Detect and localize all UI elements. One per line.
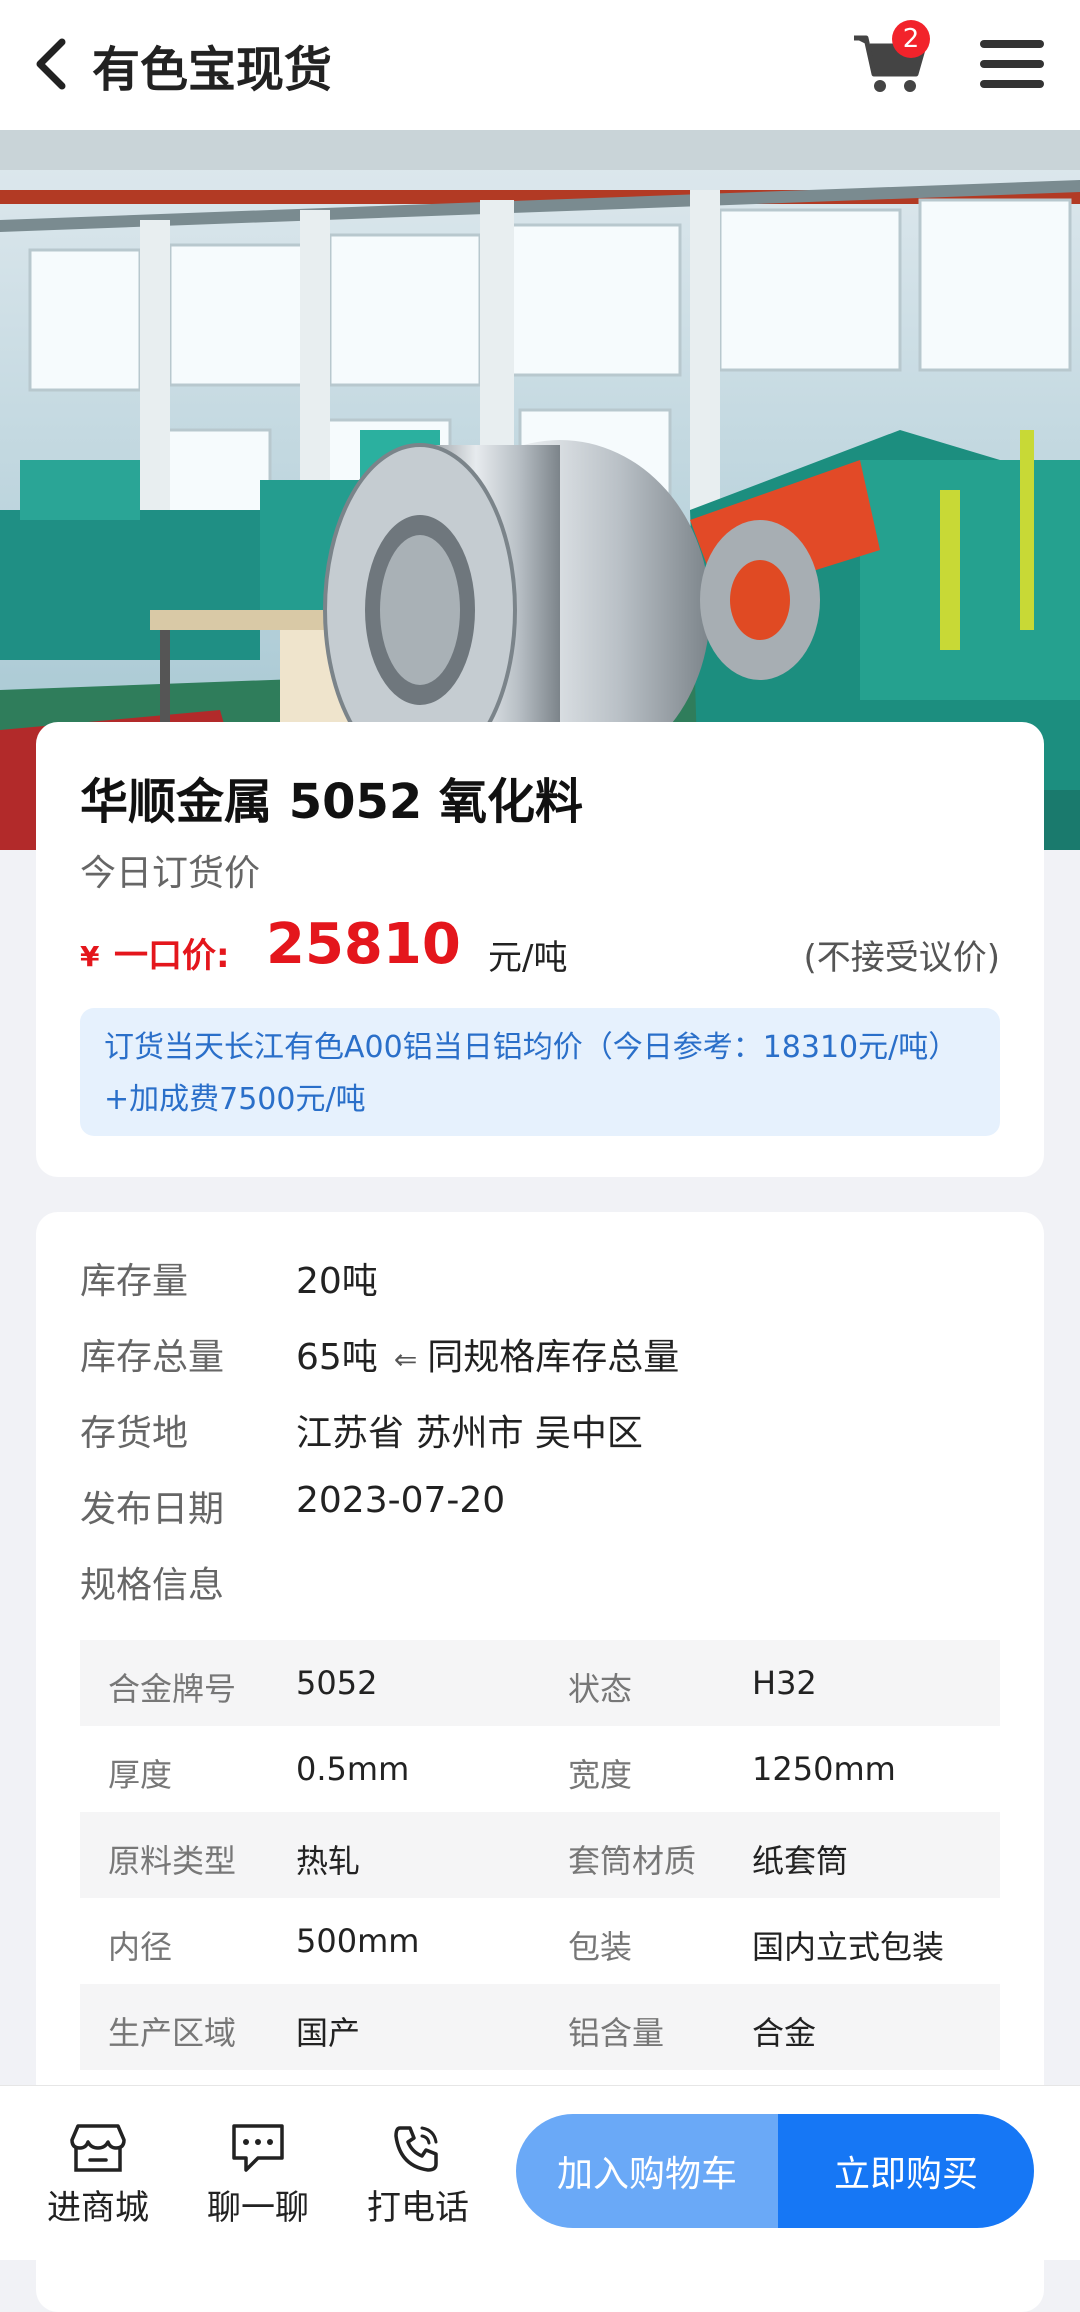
spec-label: 生产区域 <box>108 2014 237 2052</box>
spec-table: 合金牌号 5052 状态 H32 厚度 0.5mm 宽度 1250mm 原料类型… <box>80 1640 1000 2070</box>
chat-button[interactable]: 聊一聊 <box>188 2122 328 2229</box>
product-title: 华顺金属 5052 氧化料 <box>80 774 584 830</box>
price-value: 25810 <box>266 912 461 977</box>
spec-row: 合金牌号 5052 状态 H32 <box>80 1640 1000 1726</box>
spec-label: 铝含量 <box>568 2014 665 2052</box>
top-navigation-bar: 有色宝现货 2 <box>0 0 1080 130</box>
price-card: 华顺金属 5052 氧化料 今日订货价 ¥ 一口价: 25810 元/吨 (不接… <box>36 722 1044 1177</box>
bottom-action-bar: 进商城 聊一聊 打电话 加入购物车 立即购买 <box>0 2085 1080 2260</box>
spec-value: 1250mm <box>752 1750 896 1788</box>
info-value-group: 65吨 ⇐ 同规格库存总量 <box>296 1328 679 1380</box>
spec-section-heading: 规格信息 <box>80 1565 225 1606</box>
spec-value: H32 <box>752 1664 817 1702</box>
call-button[interactable]: 打电话 <box>348 2122 488 2229</box>
no-negotiation-note: (不接受议价) <box>803 938 1000 978</box>
spec-label: 包装 <box>568 1928 633 1966</box>
pricing-notice: 订货当天长江有色A00铝当日铝均价（今日参考：18310元/吨）+加成费7500… <box>80 1008 1000 1136</box>
spec-label: 合金牌号 <box>108 1670 237 1708</box>
price-subtitle: 今日订货价 <box>80 853 261 894</box>
chat-label: 聊一聊 <box>207 2188 309 2228</box>
page-title: 有色宝现货 <box>92 42 333 98</box>
info-label: 库存量 <box>80 1261 189 1302</box>
spec-row: 内径 500mm 包装 国内立式包装 <box>80 1898 1000 1984</box>
spec-label: 状态 <box>568 1670 633 1708</box>
add-to-cart-button[interactable]: 加入购物车 <box>516 2114 778 2228</box>
spec-value: 500mm <box>296 1922 420 1960</box>
store-button[interactable]: 进商城 <box>28 2122 168 2229</box>
phone-icon <box>394 2126 438 2172</box>
info-label: 库存总量 <box>80 1337 225 1378</box>
spec-row: 厚度 0.5mm 宽度 1250mm <box>80 1726 1000 1812</box>
menu-icon[interactable] <box>980 38 1044 90</box>
price-row: ¥ 一口价: 25810 元/吨 (不接受议价) <box>80 912 1000 982</box>
back-arrow-icon[interactable] <box>32 34 72 94</box>
spec-label: 套筒材质 <box>568 1842 697 1880</box>
spec-label: 厚度 <box>108 1756 173 1794</box>
left-arrow-icon: ⇐ <box>393 1343 418 1376</box>
yen-symbol: ¥ <box>80 940 100 973</box>
call-label: 打电话 <box>367 2188 469 2228</box>
info-hint: 同规格库存总量 <box>427 1337 680 1378</box>
spec-label: 原料类型 <box>108 1842 237 1880</box>
spec-value: 0.5mm <box>296 1750 410 1788</box>
price-label: 一口价: <box>114 936 230 976</box>
spec-value: 纸套筒 <box>752 1842 849 1880</box>
price-unit: 元/吨 <box>488 938 568 978</box>
spec-value: 国内立式包装 <box>752 1928 945 1966</box>
spec-value: 5052 <box>296 1664 378 1702</box>
spec-row: 原料类型 热轧 套筒材质 纸套筒 <box>80 1812 1000 1898</box>
spec-label: 内径 <box>108 1928 173 1966</box>
cart-count-badge: 2 <box>892 20 930 58</box>
info-label: 发布日期 <box>80 1489 225 1530</box>
spec-value: 合金 <box>752 2014 817 2052</box>
buy-now-button[interactable]: 立即购买 <box>778 2114 1034 2228</box>
spec-label: 宽度 <box>568 1756 633 1794</box>
info-value: 江苏省 苏州市 吴中区 <box>296 1413 643 1454</box>
spec-value: 热轧 <box>296 1842 361 1880</box>
store-icon <box>70 2124 126 2172</box>
info-label: 存货地 <box>80 1413 189 1454</box>
chat-bubble-icon <box>232 2124 284 2172</box>
store-label: 进商城 <box>47 2188 149 2228</box>
spec-row: 生产区域 国产 铝含量 合金 <box>80 1984 1000 2070</box>
info-value: 65吨 <box>296 1337 378 1378</box>
info-value: 2023-07-20 <box>296 1480 506 1521</box>
info-value: 20吨 <box>296 1261 378 1302</box>
spec-value: 国产 <box>296 2014 361 2052</box>
